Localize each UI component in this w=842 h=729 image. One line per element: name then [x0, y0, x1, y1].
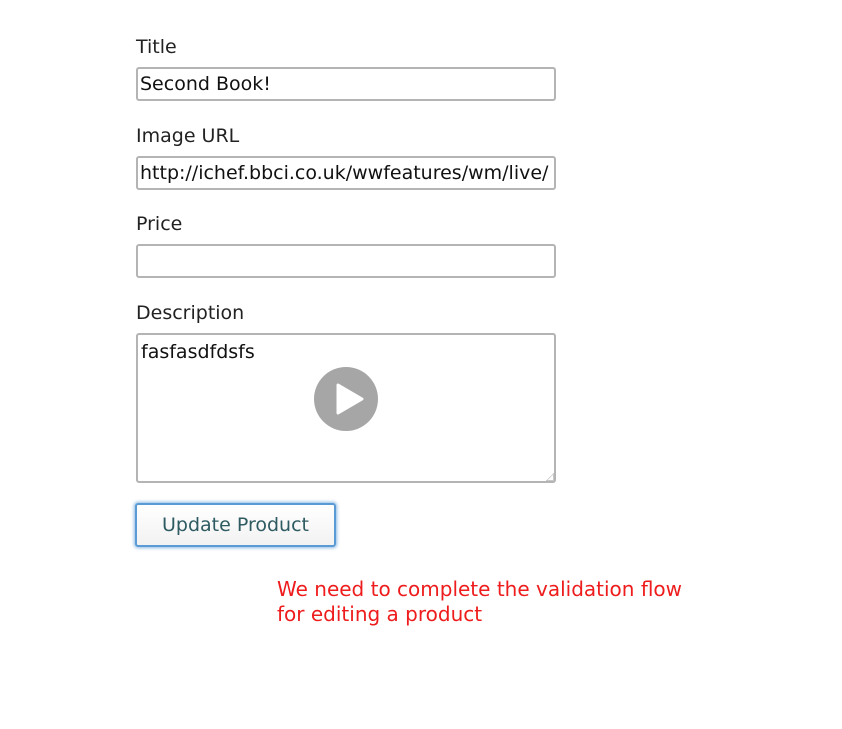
image-url-input[interactable] — [136, 156, 556, 190]
caption-line-2: for editing a product — [277, 602, 483, 626]
video-caption: We need to complete the validation flow … — [277, 577, 747, 627]
image-url-label: Image URL — [136, 125, 240, 147]
title-label: Title — [136, 36, 177, 58]
title-input[interactable] — [136, 67, 556, 101]
update-product-button[interactable]: Update Product — [135, 503, 336, 547]
price-label: Price — [136, 213, 183, 235]
textarea-resize-handle[interactable] — [546, 473, 554, 481]
video-play-button[interactable] — [314, 367, 378, 431]
description-label: Description — [136, 302, 245, 324]
caption-line-1: We need to complete the validation flow — [277, 577, 683, 601]
price-input[interactable] — [136, 244, 556, 278]
play-icon — [336, 383, 364, 415]
